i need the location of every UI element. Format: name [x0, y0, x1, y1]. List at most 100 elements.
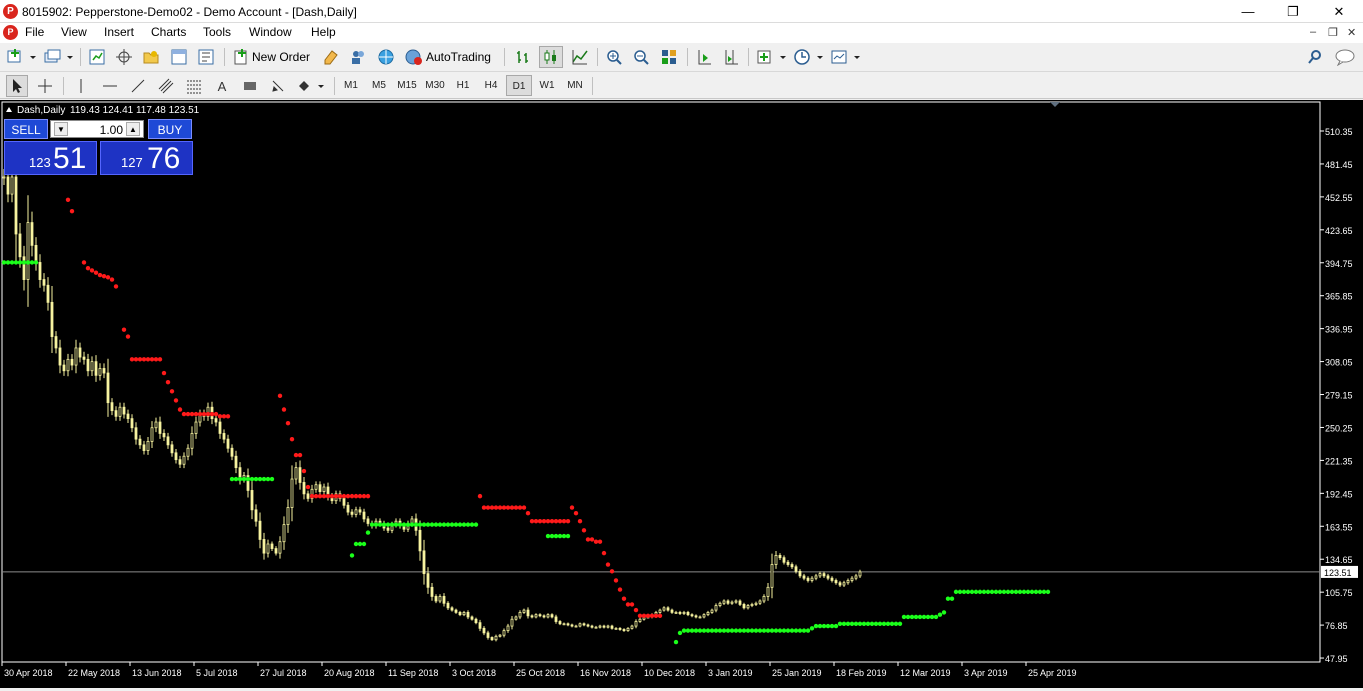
- timeframe-m1[interactable]: M1: [338, 75, 364, 96]
- zoom-out-button[interactable]: [630, 46, 652, 68]
- sar-dot-up: [709, 628, 715, 633]
- text-tool-button[interactable]: A: [211, 75, 233, 97]
- market-watch-button[interactable]: [86, 46, 108, 68]
- chart-window[interactable]: 510.35 481.45 452.55 423.65 394.75 365.85 336.…: [0, 100, 1363, 688]
- close-button[interactable]: ✕: [1316, 0, 1362, 23]
- bar-chart-button[interactable]: [512, 46, 534, 68]
- sar-dot-up: [673, 639, 679, 645]
- lot-decrease-button[interactable]: ▼: [54, 122, 68, 136]
- maximize-button[interactable]: ❐: [1270, 0, 1316, 23]
- timeframe-w1[interactable]: W1: [534, 75, 560, 96]
- crosshair-tool-button[interactable]: [34, 75, 56, 97]
- metaeditor-button[interactable]: [320, 46, 342, 68]
- mdi-close-button[interactable]: ✕: [1347, 26, 1356, 39]
- vertical-line-button[interactable]: [70, 75, 92, 97]
- sar-dot-up: [805, 628, 811, 633]
- trendline-button[interactable]: [127, 75, 149, 97]
- menu-help[interactable]: Help: [311, 25, 336, 39]
- new-order-button[interactable]: New Order: [232, 46, 316, 68]
- sar-dot-up: [1013, 589, 1019, 595]
- timeframe-d1[interactable]: D1: [506, 75, 532, 96]
- menu-tools[interactable]: Tools: [203, 25, 231, 39]
- sar-dot-up: [1021, 589, 1027, 595]
- x-axis-label: 3 Jan 2019: [708, 668, 753, 678]
- search-button[interactable]: [1304, 46, 1326, 68]
- sar-dot-up: [769, 628, 775, 633]
- chart-window-icon[interactable]: P: [3, 25, 18, 40]
- minimize-button[interactable]: —: [1225, 0, 1271, 23]
- lot-size-value[interactable]: 1.00: [100, 123, 123, 137]
- candle-body: [530, 615, 534, 618]
- candle-body: [170, 444, 174, 454]
- signals-button[interactable]: [375, 46, 397, 68]
- horizontal-line-button[interactable]: [99, 75, 121, 97]
- price-chart[interactable]: 510.35 481.45 452.55 423.65 394.75 365.85 336.…: [0, 100, 1363, 688]
- fibonacci-button[interactable]: [183, 75, 205, 97]
- candlestick-chart-button[interactable]: [539, 46, 563, 68]
- auto-scroll-button[interactable]: [693, 46, 715, 68]
- tile-windows-button[interactable]: [658, 46, 680, 68]
- timeframe-m30[interactable]: M30: [422, 75, 448, 96]
- arrows-button[interactable]: [267, 75, 289, 97]
- candle-body: [30, 222, 34, 246]
- cursor-tool-button[interactable]: [6, 75, 28, 97]
- autotrading-button[interactable]: AutoTrading: [404, 46, 498, 68]
- sar-dot-down: [197, 411, 203, 417]
- candle-body: [630, 625, 634, 629]
- sar-dot-down: [553, 519, 559, 524]
- mdi-restore-button[interactable]: ❐: [1328, 26, 1338, 39]
- shapes-button[interactable]: [295, 75, 327, 97]
- sar-dot-down: [309, 493, 315, 499]
- timeframe-h4[interactable]: H4: [478, 75, 504, 96]
- candle-body: [838, 582, 842, 586]
- menu-view[interactable]: View: [61, 25, 87, 39]
- chart-shift-marker-icon[interactable]: [1050, 102, 1060, 107]
- indicators-button[interactable]: [755, 46, 787, 68]
- timeframe-h1[interactable]: H1: [450, 75, 476, 96]
- chat-messages-button[interactable]: [1333, 46, 1357, 68]
- templates-button[interactable]: [829, 46, 861, 68]
- text-label-button[interactable]: [239, 75, 261, 97]
- sell-price-button[interactable]: 123 51: [4, 141, 97, 175]
- buy-button[interactable]: BUY: [148, 119, 192, 139]
- profiles-button[interactable]: [42, 46, 74, 68]
- timeframe-m5[interactable]: M5: [366, 75, 392, 96]
- horizontal-line-icon: [103, 85, 117, 87]
- mdi-minimize-button[interactable]: –: [1310, 26, 1316, 38]
- candle-body: [286, 507, 290, 526]
- menu-insert[interactable]: Insert: [104, 25, 134, 39]
- lot-increase-button[interactable]: ▲: [126, 122, 140, 136]
- candle-body: [726, 600, 730, 604]
- line-chart-button[interactable]: [569, 46, 591, 68]
- menu-window[interactable]: Window: [249, 25, 292, 39]
- sell-button[interactable]: SELL: [4, 119, 48, 139]
- menu-file[interactable]: File: [25, 25, 44, 39]
- zoom-in-button[interactable]: [603, 46, 625, 68]
- chat-button[interactable]: [347, 46, 369, 68]
- x-axis-label: 18 Feb 2019: [836, 668, 887, 678]
- sar-dot-up: [941, 610, 947, 615]
- equidistant-channel-button[interactable]: [155, 75, 177, 97]
- terminal-button[interactable]: [168, 46, 190, 68]
- buy-price-button[interactable]: 127 76: [100, 141, 193, 175]
- y-axis-label: 365.85: [1325, 292, 1353, 302]
- periods-button[interactable]: [792, 46, 824, 68]
- lot-size-field[interactable]: ▼ 1.00 ▲: [50, 120, 144, 138]
- navigator-button[interactable]: [140, 46, 162, 68]
- data-window-button[interactable]: [113, 46, 135, 68]
- sar-dot-up: [257, 476, 263, 482]
- sar-dot-up: [725, 628, 731, 633]
- menu-charts[interactable]: Charts: [151, 25, 186, 39]
- collapse-arrow-icon[interactable]: [6, 107, 12, 112]
- chart-shift-button[interactable]: [720, 46, 742, 68]
- timeframe-mn[interactable]: MN: [562, 75, 588, 96]
- timeframe-m15[interactable]: M15: [394, 75, 420, 96]
- y-axis-label: 192.45: [1325, 489, 1353, 499]
- sar-dot-up: [809, 626, 815, 631]
- cursor-icon: [13, 79, 22, 93]
- sar-dot-down: [345, 493, 351, 499]
- sar-dot-up: [677, 630, 683, 636]
- strategy-tester-button[interactable]: [195, 46, 217, 68]
- new-chart-button[interactable]: [5, 46, 37, 68]
- toolbar-separator: [748, 48, 749, 66]
